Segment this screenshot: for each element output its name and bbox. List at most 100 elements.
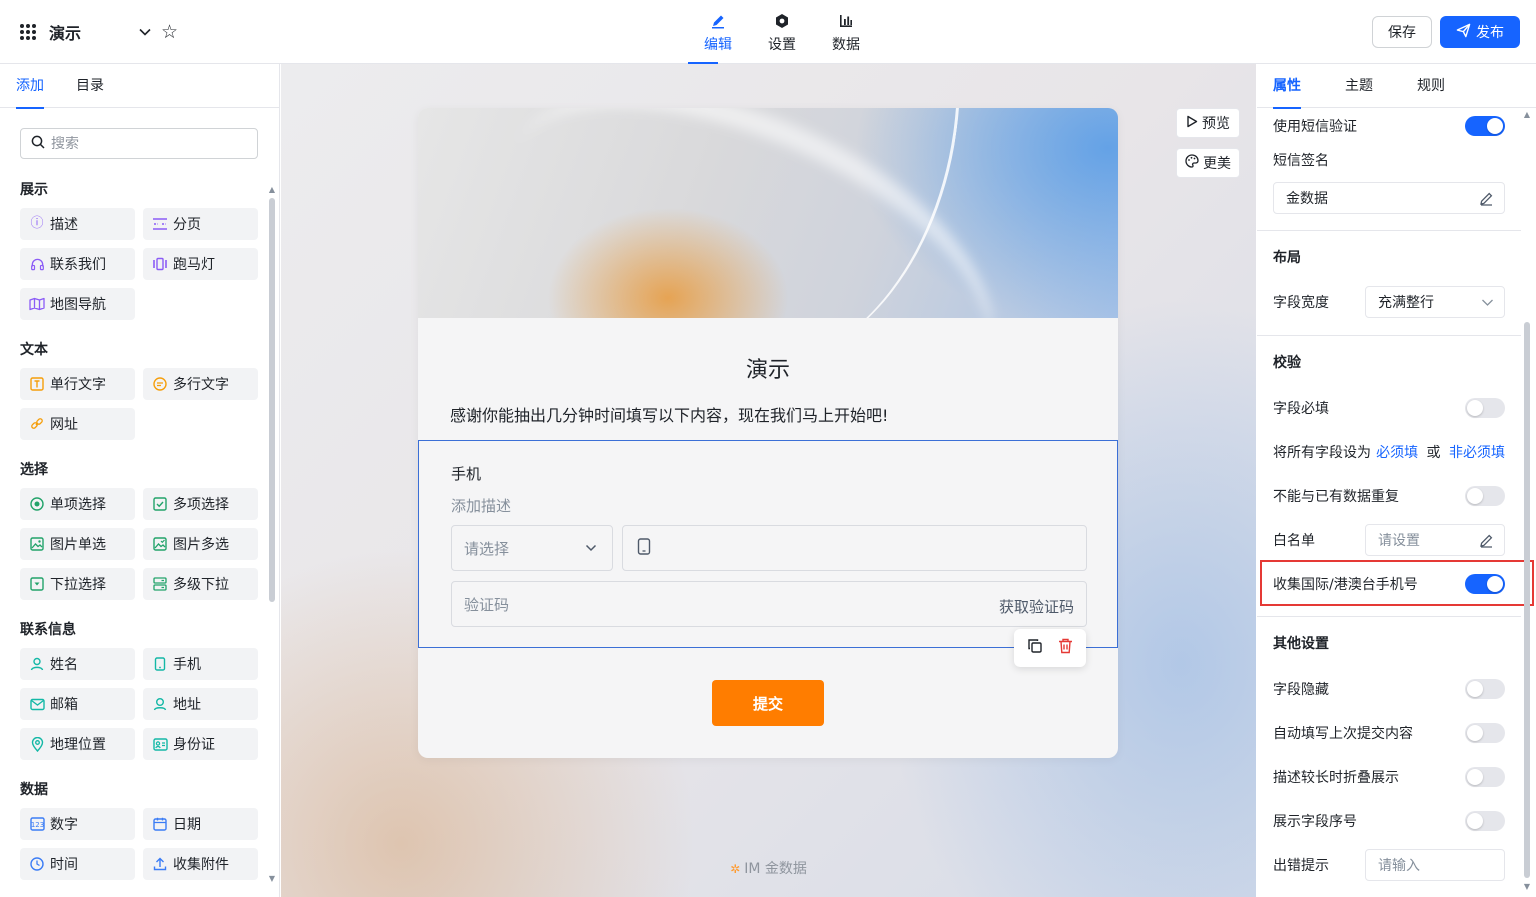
tab-properties[interactable]: 属性: [1273, 64, 1301, 109]
verification-code-input[interactable]: 验证码 获取验证码: [451, 581, 1087, 627]
hide-field-toggle[interactable]: [1465, 679, 1505, 699]
show-index-row: 展示字段序号: [1273, 810, 1505, 832]
tab-edit[interactable]: 编辑: [686, 0, 750, 64]
beautify-button[interactable]: 更美: [1176, 148, 1240, 178]
submit-button[interactable]: 提交: [712, 680, 824, 726]
field-width-select[interactable]: 充满整行: [1365, 286, 1505, 318]
sms-sign-row: 短信签名: [1273, 149, 1505, 171]
whitelist-input[interactable]: 请设置: [1365, 524, 1505, 556]
settings-icon: [774, 12, 790, 30]
radio-icon: [29, 496, 45, 512]
star-icon[interactable]: ☆: [161, 23, 178, 42]
field-description-placeholder[interactable]: 添加描述: [451, 495, 511, 516]
component-label: 收集附件: [173, 857, 229, 873]
get-code-button[interactable]: 获取验证码: [999, 596, 1074, 617]
component-label: 时间: [50, 857, 78, 873]
component-date[interactable]: 日期: [143, 808, 258, 840]
copy-icon[interactable]: [1027, 638, 1043, 658]
component-image-single[interactable]: 图片单选: [20, 528, 135, 560]
component-cascade[interactable]: 多级下拉: [143, 568, 258, 600]
component-attachment[interactable]: 收集附件: [143, 848, 258, 880]
right-scrollbar[interactable]: [1524, 322, 1530, 878]
set-all-optional-link[interactable]: 非必须填: [1449, 445, 1505, 461]
left-scrollbar[interactable]: [269, 198, 275, 602]
search-input[interactable]: [51, 135, 231, 152]
preview-button[interactable]: 预览: [1176, 108, 1240, 138]
component-image-multi[interactable]: 图片多选: [143, 528, 258, 560]
chevron-down-icon: [1481, 296, 1494, 313]
component-map-nav[interactable]: 地图导航: [20, 288, 135, 320]
save-button[interactable]: 保存: [1372, 16, 1432, 48]
component-url[interactable]: 网址: [20, 408, 135, 440]
show-index-toggle[interactable]: [1465, 811, 1505, 831]
sms-sign-input[interactable]: 金数据: [1273, 182, 1505, 214]
chevron-down-icon[interactable]: [137, 24, 153, 40]
sms-verify-row: 使用短信验证: [1273, 115, 1505, 137]
scroll-up-arrow[interactable]: ▲: [269, 185, 275, 194]
tab-catalog[interactable]: 目录: [76, 64, 104, 108]
fold-desc-toggle[interactable]: [1465, 767, 1505, 787]
required-toggle[interactable]: [1465, 398, 1505, 418]
delete-icon[interactable]: [1058, 638, 1073, 658]
info-icon: ⓘ: [30, 216, 44, 231]
phone-field[interactable]: 手机 添加描述 请选择 验证码 获取验证码: [418, 440, 1118, 667]
apps-grid-icon[interactable]: [20, 24, 36, 40]
no-duplicate-toggle[interactable]: [1465, 486, 1505, 506]
component-pagination[interactable]: 分页: [143, 208, 258, 240]
edit-icon: [710, 12, 726, 30]
set-all-required-link[interactable]: 必须填: [1376, 445, 1418, 461]
phone-icon: [152, 656, 168, 672]
tab-add[interactable]: 添加: [16, 64, 44, 109]
validation-title: 校验: [1273, 355, 1301, 371]
component-dropdown[interactable]: 下拉选择: [20, 568, 135, 600]
image-checkbox-icon: [152, 536, 168, 552]
scroll-up-arrow[interactable]: ▲: [1524, 110, 1530, 119]
headset-icon: [29, 256, 45, 272]
component-id-card[interactable]: 身份证: [143, 728, 258, 760]
component-single-choice[interactable]: 单项选择: [20, 488, 135, 520]
brand-logo-icon: ✲: [730, 862, 741, 876]
tab-rules[interactable]: 规则: [1417, 64, 1445, 108]
component-time[interactable]: 时间: [20, 848, 135, 880]
no-duplicate-label: 不能与已有数据重复: [1273, 489, 1399, 505]
scroll-down-arrow[interactable]: ▼: [1524, 882, 1530, 891]
tab-settings[interactable]: 设置: [750, 0, 814, 64]
tab-edit-label: 编辑: [704, 37, 732, 53]
error-hint-input[interactable]: 请输入: [1365, 849, 1505, 881]
id-card-icon: [152, 736, 168, 752]
form-canvas: 预览 更美 演示 感谢你能抽出几分钟时间填写以下内容，现在我们马上开始吧! 手机…: [281, 64, 1256, 897]
tab-data[interactable]: 数据: [814, 0, 878, 64]
form-description[interactable]: 感谢你能抽出几分钟时间填写以下内容，现在我们马上开始吧!: [450, 402, 888, 426]
sms-verify-toggle[interactable]: [1465, 116, 1505, 136]
component-multi-choice[interactable]: 多项选择: [143, 488, 258, 520]
component-label: 地理位置: [50, 737, 106, 753]
component-label: 日期: [173, 817, 201, 833]
scroll-down-arrow[interactable]: ▼: [269, 874, 275, 883]
component-marquee[interactable]: 跑马灯: [143, 248, 258, 280]
component-contact-us[interactable]: 联系我们: [20, 248, 135, 280]
component-email[interactable]: 邮箱: [20, 688, 135, 720]
component-multi-line[interactable]: 多行文字: [143, 368, 258, 400]
form-title[interactable]: 演示: [418, 352, 1118, 384]
component-number[interactable]: 123 数字: [20, 808, 135, 840]
phone-input[interactable]: [622, 525, 1087, 571]
country-code-select[interactable]: 请选择: [451, 525, 613, 571]
component-phone[interactable]: 手机: [143, 648, 258, 680]
autofill-label: 自动填写上次提交内容: [1273, 726, 1413, 742]
autofill-toggle[interactable]: [1465, 723, 1505, 743]
field-label[interactable]: 手机: [451, 463, 481, 484]
component-geo-location[interactable]: 地理位置: [20, 728, 135, 760]
publish-button[interactable]: 发布: [1440, 16, 1520, 48]
tab-theme[interactable]: 主题: [1345, 64, 1373, 108]
component-name[interactable]: 姓名: [20, 648, 135, 680]
component-address[interactable]: 地址: [143, 688, 258, 720]
other-title: 其他设置: [1273, 636, 1329, 652]
pencil-icon[interactable]: [1479, 191, 1494, 210]
brand-text: IM 金数据: [744, 861, 807, 877]
component-description[interactable]: ⓘ 描述: [20, 208, 135, 240]
pencil-icon[interactable]: [1479, 533, 1494, 552]
component-single-line[interactable]: 单行文字: [20, 368, 135, 400]
field-action-bar: [1014, 629, 1086, 667]
validation-section-header: 校验: [1273, 351, 1505, 373]
component-label: 多行文字: [173, 377, 229, 393]
